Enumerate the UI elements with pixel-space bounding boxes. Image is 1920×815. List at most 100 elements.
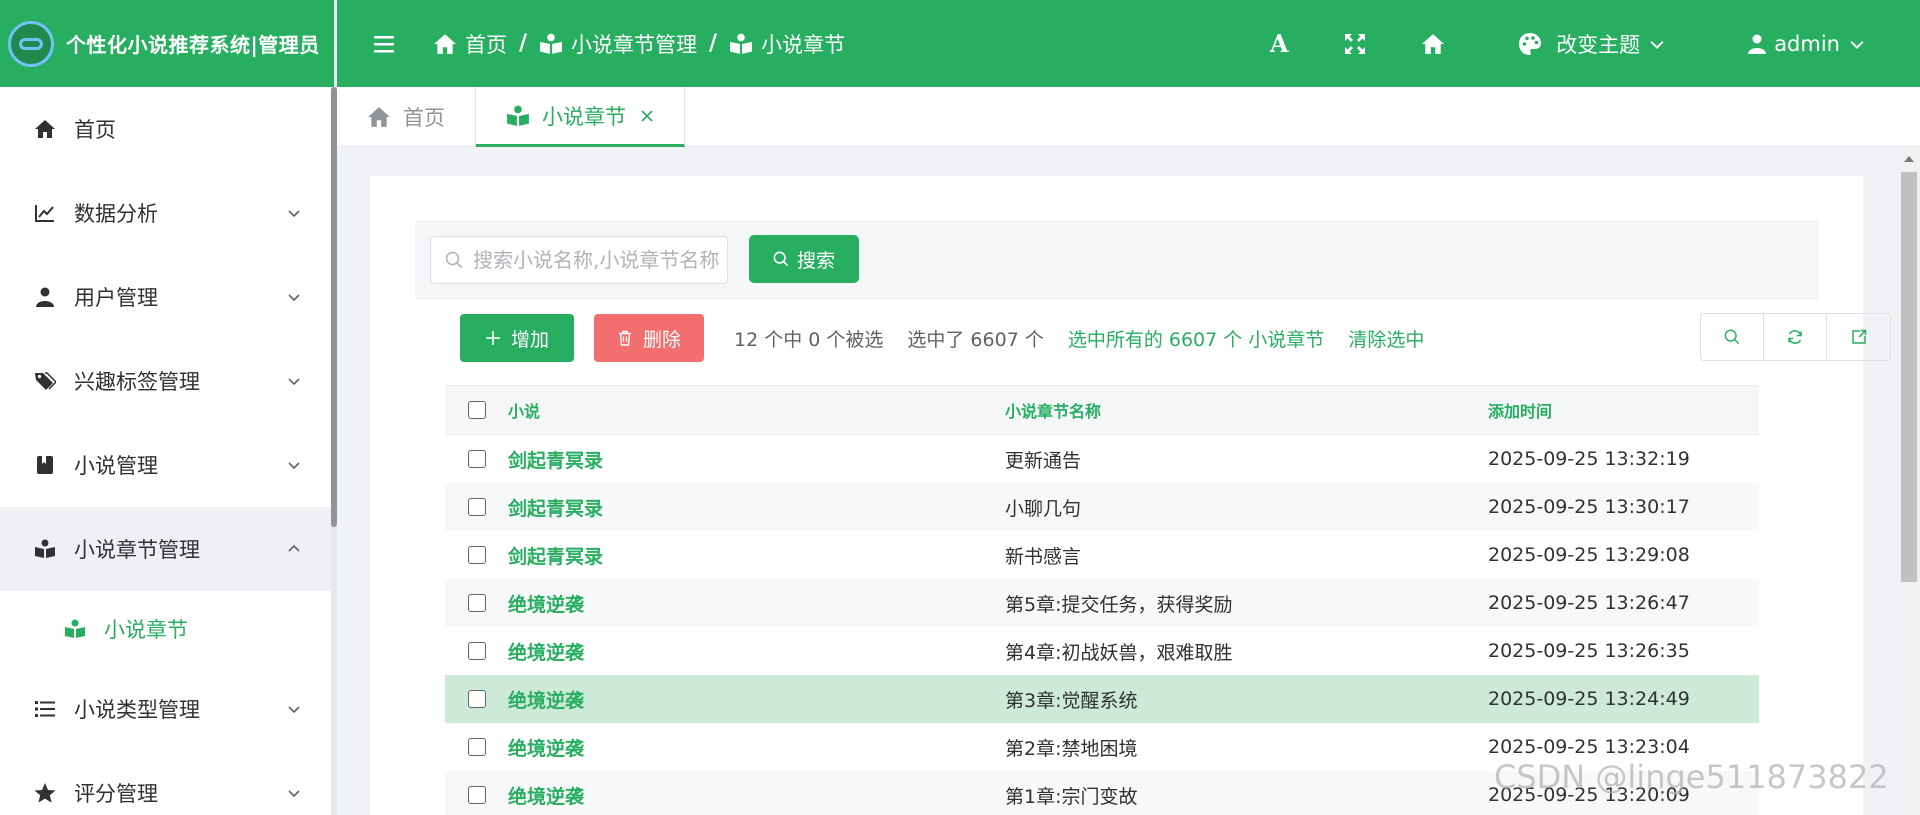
theme-switcher[interactable]: 改变主题	[1518, 29, 1664, 59]
search-button[interactable]: 搜索	[749, 235, 859, 283]
refresh-button[interactable]	[1764, 314, 1827, 360]
table-row[interactable]: 剑起青冥录 小聊几句 2025-09-25 13:30:17	[445, 483, 1759, 531]
sidebar-item-label: 用户管理	[74, 286, 158, 310]
breadcrumb-home[interactable]: 首页	[465, 29, 507, 59]
chevron-down-icon	[288, 210, 300, 218]
row-checkbox[interactable]	[467, 642, 486, 660]
search-input[interactable]	[473, 248, 723, 272]
sidebar-item-label: 首页	[74, 118, 116, 142]
sidebar-scrollbar[interactable]	[331, 87, 337, 527]
palette-icon	[1519, 32, 1542, 55]
sidebar-item-users[interactable]: 用户管理	[0, 255, 334, 339]
row-checkbox[interactable]	[467, 546, 486, 564]
cell-novel-link[interactable]: 绝境逆袭	[508, 782, 1005, 809]
column-header-chapter[interactable]: 小说章节名称	[1005, 398, 1488, 422]
close-icon[interactable]	[640, 109, 654, 123]
search-field[interactable]	[430, 236, 728, 284]
sidebar-item-label: 评分管理	[74, 782, 158, 806]
sidebar-item-interest-tags[interactable]: 兴趣标签管理	[0, 339, 334, 423]
table-row[interactable]: 绝境逆袭 第5章:提交任务，获得奖励 2025-09-25 13:26:47	[445, 579, 1759, 627]
home-icon	[34, 118, 56, 140]
user-icon	[34, 286, 56, 308]
menu-toggle-icon[interactable]	[373, 35, 397, 53]
table-row[interactable]: 绝境逆袭 第4章:初战妖兽，艰难取胜 2025-09-25 13:26:35	[445, 627, 1759, 675]
cell-chapter-name: 第1章:宗门变故	[1005, 785, 1138, 808]
row-checkbox[interactable]	[467, 738, 486, 756]
cell-added-time: 2025-09-25 13:30:17	[1488, 496, 1690, 518]
home-icon[interactable]	[1420, 31, 1446, 57]
search-icon	[1724, 329, 1740, 345]
cell-novel-link[interactable]: 剑起青冥录	[508, 446, 1005, 473]
sidebar-item-label: 小说管理	[74, 454, 158, 478]
chevron-down-icon	[1850, 40, 1864, 49]
font-size-icon[interactable]: A	[1266, 29, 1292, 58]
cell-novel-link[interactable]: 绝境逆袭	[508, 686, 1005, 713]
sidebar-item-label: 兴趣标签管理	[74, 370, 200, 394]
cell-novel-link[interactable]: 剑起青冥录	[508, 494, 1005, 521]
cell-chapter-name: 小聊几句	[1005, 497, 1082, 520]
sidebar-item-novels[interactable]: 小说管理	[0, 423, 334, 507]
action-bar: 增加 删除 12 个中 0 个被选 选中了 6607 个 选中所有的 6607 …	[460, 313, 1891, 363]
row-checkbox[interactable]	[467, 450, 486, 468]
home-icon	[433, 33, 457, 55]
column-header-time[interactable]: 添加时间	[1488, 398, 1759, 422]
select-all-checkbox[interactable]	[467, 401, 486, 419]
clear-selection-link[interactable]: 清除选中	[1348, 325, 1424, 352]
chart-line-icon	[34, 202, 56, 224]
reader-icon	[729, 33, 753, 55]
scroll-up-arrow-icon[interactable]	[1904, 156, 1914, 162]
export-icon	[1851, 329, 1866, 344]
tabs-bar: 首页 小说章节	[337, 87, 1920, 147]
cell-chapter-name: 第3章:觉醒系统	[1005, 689, 1138, 712]
theme-label: 改变主题	[1556, 32, 1641, 57]
row-checkbox[interactable]	[467, 690, 486, 708]
column-header-novel[interactable]: 小说	[508, 398, 1005, 422]
cell-novel-link[interactable]: 剑起青冥录	[508, 542, 1005, 569]
chevron-down-icon	[288, 294, 300, 302]
chevron-down-icon	[288, 790, 300, 798]
page-scrollbar[interactable]	[1898, 150, 1920, 815]
watermark: CSDN @linge511873822	[1494, 758, 1889, 796]
sidebar: 个性化小说推荐系统|管理员 首页 数据分析 用户管理 兴趣标签管理 小说管理 小…	[0, 0, 334, 815]
sidebar-item-label: 小说类型管理	[74, 698, 200, 722]
cell-novel-link[interactable]: 绝境逆袭	[508, 638, 1005, 665]
search-icon	[445, 251, 463, 269]
user-menu[interactable]: admin	[1748, 32, 1864, 56]
tab-chapters[interactable]: 小说章节	[476, 87, 685, 147]
scrollbar-thumb[interactable]	[1901, 172, 1917, 582]
chevron-up-icon	[288, 544, 300, 552]
sidebar-item-ratings[interactable]: 评分管理	[0, 751, 334, 815]
sidebar-item-chapter-management[interactable]: 小说章节管理	[0, 507, 334, 591]
trash-icon	[618, 330, 631, 346]
sidebar-subitem-chapters[interactable]: 小说章节	[0, 591, 334, 667]
sidebar-subitem-label: 小说章节	[104, 618, 188, 642]
chevron-down-icon	[288, 378, 300, 386]
star-icon	[34, 782, 56, 804]
user-icon	[1748, 34, 1767, 54]
sidebar-item-home[interactable]: 首页	[0, 87, 334, 171]
fullscreen-icon[interactable]	[1342, 31, 1368, 57]
cell-novel-link[interactable]: 绝境逆袭	[508, 734, 1005, 761]
toggle-search-button[interactable]	[1701, 314, 1764, 360]
table-row[interactable]: 剑起青冥录 更新通告 2025-09-25 13:32:19	[445, 435, 1759, 483]
tab-home[interactable]: 首页	[337, 87, 476, 147]
row-checkbox[interactable]	[467, 594, 486, 612]
cell-chapter-name: 第4章:初战妖兽，艰难取胜	[1005, 641, 1233, 664]
table-row[interactable]: 剑起青冥录 新书感言 2025-09-25 13:29:08	[445, 531, 1759, 579]
select-all-link[interactable]: 选中所有的 6607 个 小说章节	[1068, 325, 1324, 352]
selection-info: 12 个中 0 个被选	[734, 328, 884, 351]
breadcrumb-chapter-management[interactable]: 小说章节管理	[571, 29, 697, 59]
add-button[interactable]: 增加	[460, 314, 574, 362]
breadcrumb-chapters: 小说章节	[761, 32, 846, 57]
delete-button[interactable]: 删除	[594, 314, 704, 362]
row-checkbox[interactable]	[467, 498, 486, 516]
export-button[interactable]	[1827, 314, 1890, 360]
sidebar-item-novel-types[interactable]: 小说类型管理	[0, 667, 334, 751]
cell-chapter-name: 新书感言	[1005, 545, 1082, 568]
sidebar-item-data-analysis[interactable]: 数据分析	[0, 171, 334, 255]
row-checkbox[interactable]	[467, 786, 486, 804]
table-row[interactable]: 绝境逆袭 第3章:觉醒系统 2025-09-25 13:24:49	[445, 675, 1759, 723]
tags-icon	[34, 370, 56, 392]
cell-novel-link[interactable]: 绝境逆袭	[508, 590, 1005, 617]
sidebar-item-label: 数据分析	[74, 202, 158, 226]
